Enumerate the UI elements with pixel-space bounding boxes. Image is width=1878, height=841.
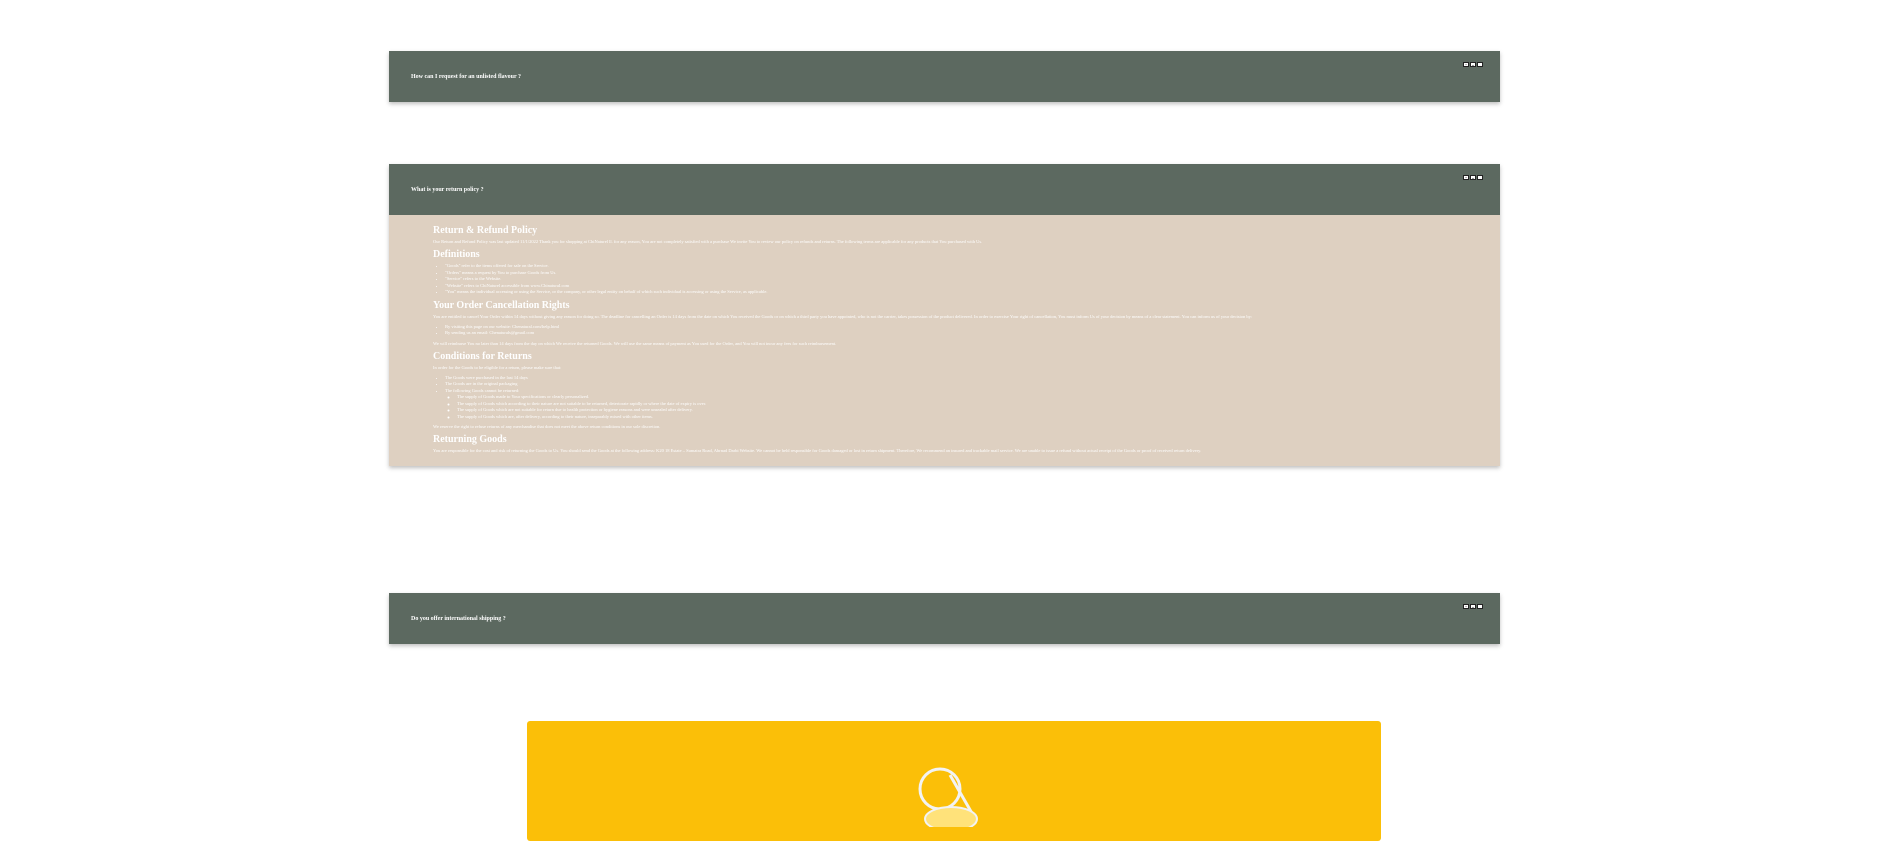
cancellation-text: You are entitled to cancel Your Order wi… xyxy=(433,313,1253,319)
faq-question[interactable]: Do you offer international shipping ? xyxy=(411,616,506,622)
faq-question[interactable]: How can I request for an unlisted flavou… xyxy=(411,74,521,80)
product-illustration-icon xyxy=(918,767,978,827)
move-up-icon[interactable]: ▲ xyxy=(1470,175,1476,181)
faq-controls: ⌃ ▲ ⌄ xyxy=(1463,604,1483,610)
conditions-list: The Goods were purchased in the last 14 … xyxy=(433,375,1456,421)
exclusions-list: The supply of Goods made to Your specifi… xyxy=(445,394,1456,420)
faq-answer: Return & Refund Policy Our Return and Re… xyxy=(389,215,1500,466)
hero-banner xyxy=(527,721,1381,841)
policy-intro: Our Return and Refund Policy was last up… xyxy=(433,239,983,244)
move-up-icon[interactable]: ▲ xyxy=(1470,62,1476,68)
cancellation-heading: Your Order Cancellation Rights xyxy=(433,299,570,311)
faq-header[interactable]: Do you offer international shipping ? ⌃ … xyxy=(389,593,1500,644)
collapse-icon[interactable]: ⌃ xyxy=(1463,175,1469,181)
returning-text: You are responsible for the cost and ris… xyxy=(433,448,1202,453)
list-item: By sending us an email: Chenaturals@gmai… xyxy=(445,330,1456,337)
collapse-icon[interactable]: ⌃ xyxy=(1463,604,1469,610)
faq-header[interactable]: What is your return policy ? ⌃ ▲ ⌄ xyxy=(389,164,1500,215)
faq-controls: ⌃ ▲ ⌄ xyxy=(1463,62,1483,68)
faq-item-unlisted-flavour: How can I request for an unlisted flavou… xyxy=(389,51,1500,102)
faq-controls: ⌃ ▲ ⌄ xyxy=(1463,175,1483,181)
reserve-text: We reserve the right to refuse returns o… xyxy=(433,424,661,429)
policy-title: Return & Refund Policy xyxy=(433,225,538,236)
expand-icon[interactable]: ⌄ xyxy=(1477,62,1483,68)
returning-heading: Returning Goods xyxy=(433,434,507,445)
expand-icon[interactable]: ⌄ xyxy=(1477,175,1483,181)
faq-item-international-shipping: Do you offer international shipping ? ⌃ … xyxy=(389,593,1500,644)
definitions-heading: Definitions xyxy=(433,249,480,260)
conditions-heading: Conditions for Returns xyxy=(433,350,532,362)
reimburse-text: We will reimburse You no later than 14 d… xyxy=(433,340,837,346)
list-item-text: The following Goods cannot be returned: xyxy=(445,387,520,393)
faq-item-return-policy: What is your return policy ? ⌃ ▲ ⌄ Retur… xyxy=(389,164,1500,466)
expand-icon[interactable]: ⌄ xyxy=(1477,604,1483,610)
list-item: The supply of Goods which are, after del… xyxy=(457,414,1456,421)
cancellation-methods: By visiting this page on our website: Ch… xyxy=(433,324,1456,337)
collapse-icon[interactable]: ⌃ xyxy=(1463,62,1469,68)
faq-question[interactable]: What is your return policy ? xyxy=(411,187,484,193)
faq-header[interactable]: How can I request for an unlisted flavou… xyxy=(389,51,1500,102)
move-up-icon[interactable]: ▲ xyxy=(1470,604,1476,610)
list-item: The following Goods cannot be returned: … xyxy=(445,388,1456,421)
list-item: "You" means the individual accessing or … xyxy=(445,289,1456,296)
definitions-list: "Goods" refer to the items offered for s… xyxy=(433,263,1456,296)
conditions-intro: In order for the Goods to be eligible fo… xyxy=(433,364,562,370)
